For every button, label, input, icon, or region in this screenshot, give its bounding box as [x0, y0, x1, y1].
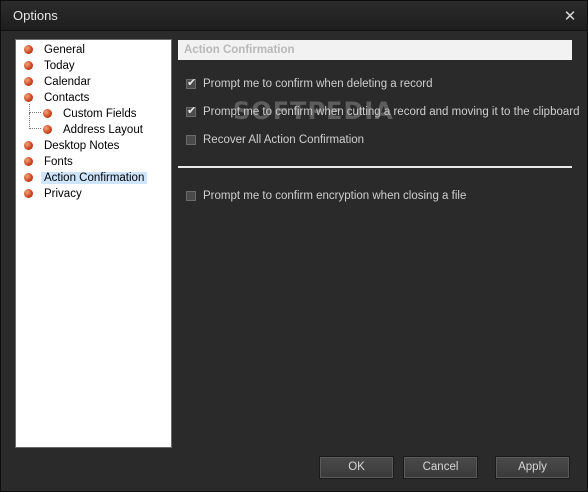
options-tree: General Today Calendar Contacts Custom F… — [15, 39, 172, 448]
tree-item-label: Desktop Notes — [44, 139, 120, 152]
checkbox[interactable] — [186, 135, 196, 145]
tree-connector — [29, 113, 41, 129]
window-title: Options — [13, 8, 58, 23]
tree-item-general[interactable]: General — [24, 42, 88, 57]
tree-item-label: General — [44, 43, 85, 56]
separator — [178, 166, 572, 168]
tree-item-privacy[interactable]: Privacy — [24, 186, 85, 201]
option-label: Prompt me to confirm when deleting a rec… — [203, 78, 433, 90]
option-confirm-encryption[interactable]: Prompt me to confirm encryption when clo… — [186, 189, 466, 203]
options-dialog: Options ✕ General Today Calendar Contact… — [0, 0, 588, 492]
option-confirm-delete[interactable]: Prompt me to confirm when deleting a rec… — [186, 76, 433, 91]
tree-item-label: Action Confirmation — [41, 171, 148, 184]
tree-item-desktop-notes[interactable]: Desktop Notes — [24, 138, 122, 153]
tree-item-label: Fonts — [44, 155, 73, 168]
tree-item-label: Custom Fields — [63, 107, 137, 120]
option-label: Prompt me to confirm encryption when clo… — [203, 190, 467, 202]
tree-item-today[interactable]: Today — [24, 58, 78, 73]
tree-item-address-layout[interactable]: Address Layout — [43, 122, 146, 137]
tree-item-calendar[interactable]: Calendar — [24, 74, 94, 89]
checkbox[interactable] — [186, 191, 196, 201]
apply-button[interactable]: Apply — [495, 456, 570, 479]
tree-item-label: Contacts — [44, 91, 90, 104]
tree-item-label: Today — [44, 59, 75, 72]
ok-button[interactable]: OK — [319, 456, 394, 479]
bullet-icon — [43, 109, 52, 118]
option-label: Recover All Action Confirmation — [203, 134, 365, 146]
close-icon[interactable]: ✕ — [561, 7, 579, 25]
bullet-icon — [24, 93, 33, 102]
tree-item-label: Calendar — [44, 75, 91, 88]
bullet-icon — [24, 189, 33, 198]
bullet-icon — [24, 61, 33, 70]
checkbox[interactable] — [186, 104, 196, 117]
cancel-button[interactable]: Cancel — [403, 456, 478, 479]
bullet-icon — [24, 45, 33, 54]
tree-item-contacts[interactable]: Contacts — [24, 90, 92, 105]
bullet-icon — [24, 77, 33, 86]
softpedia-watermark: SOFTPEDIA — [233, 97, 394, 125]
tree-item-custom-fields[interactable]: Custom Fields — [43, 106, 140, 121]
tree-item-label: Address Layout — [63, 123, 143, 136]
section-header: Action Confirmation — [178, 40, 572, 60]
title-bar: Options ✕ — [1, 1, 587, 31]
tree-item-fonts[interactable]: Fonts — [24, 154, 76, 169]
bullet-icon — [24, 141, 33, 150]
tree-connector — [29, 104, 41, 113]
option-recover-all[interactable]: Recover All Action Confirmation — [186, 133, 364, 147]
bullet-icon — [24, 157, 33, 166]
tree-item-action-confirmation[interactable]: Action Confirmation — [24, 170, 148, 185]
tree-item-label: Privacy — [44, 187, 82, 200]
bullet-icon — [43, 125, 52, 134]
bullet-icon — [24, 173, 33, 182]
checkbox[interactable] — [186, 76, 196, 89]
